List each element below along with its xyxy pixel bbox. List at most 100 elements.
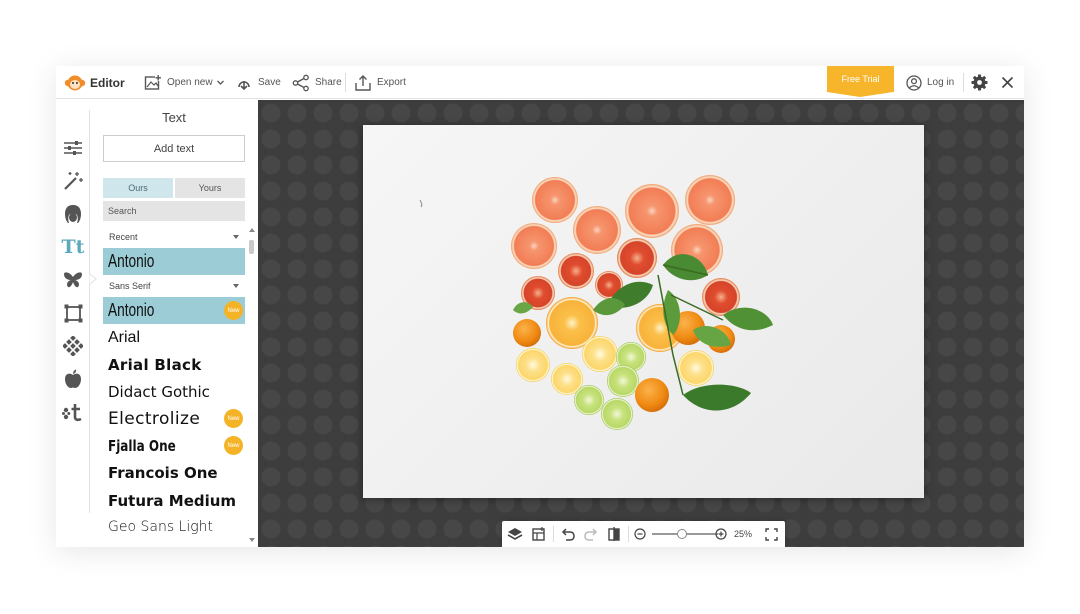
themes-tool[interactable] bbox=[62, 401, 84, 423]
monkey-logo-icon bbox=[64, 75, 86, 90]
chevron-down-icon bbox=[233, 284, 239, 288]
recent-font-item[interactable]: Antonio bbox=[103, 248, 245, 275]
sparkle-t-icon bbox=[62, 404, 82, 422]
font-category-select[interactable]: Sans Serif bbox=[103, 277, 245, 295]
editor-window: Editor Open new Save Share Export Free T… bbox=[56, 66, 1024, 547]
adjust-tool[interactable] bbox=[62, 137, 84, 159]
compare-icon bbox=[608, 527, 620, 541]
login-button[interactable]: Log in bbox=[906, 66, 954, 99]
tab-ours-label: Ours bbox=[128, 183, 148, 193]
recent-select-value: Recent bbox=[109, 232, 138, 242]
share-button[interactable]: Share bbox=[292, 66, 342, 99]
save-label: Save bbox=[258, 77, 281, 88]
login-label: Log in bbox=[927, 77, 955, 88]
settings-button[interactable] bbox=[971, 66, 988, 99]
font-list-item[interactable]: Fjalla One New bbox=[103, 432, 245, 459]
text-panel: Text Add text Ours Yours Recent Antonio … bbox=[90, 100, 258, 547]
font-list-item[interactable]: Antonio New bbox=[103, 297, 245, 324]
textures-tool[interactable] bbox=[62, 335, 84, 357]
font-name: Francois One bbox=[108, 463, 218, 482]
app-logo[interactable]: Editor bbox=[64, 66, 125, 99]
undo-button[interactable] bbox=[559, 526, 575, 542]
crop-canvas-button[interactable] bbox=[531, 526, 547, 542]
close-button[interactable] bbox=[1001, 66, 1014, 99]
scroll-up-arrow-icon[interactable] bbox=[249, 228, 255, 232]
frame-icon bbox=[64, 304, 82, 322]
new-badge: New bbox=[224, 301, 243, 320]
canvas-workspace[interactable]: 25% bbox=[258, 100, 1024, 547]
app-name: Editor bbox=[90, 75, 125, 90]
text-tool[interactable]: Tt bbox=[61, 235, 85, 258]
gear-icon bbox=[971, 74, 988, 91]
font-name: Fjalla One bbox=[108, 436, 176, 455]
font-list-item[interactable]: Francois One bbox=[103, 459, 245, 486]
fullscreen-icon bbox=[764, 527, 778, 541]
zoom-out-icon bbox=[634, 528, 646, 540]
open-new-label: Open new bbox=[167, 77, 213, 88]
top-toolbar: Editor Open new Save Share Export Free T… bbox=[56, 66, 1024, 99]
undo-icon bbox=[561, 528, 575, 541]
magic-wand-icon bbox=[64, 172, 83, 190]
overlays-tool[interactable] bbox=[62, 269, 84, 291]
close-icon bbox=[1001, 76, 1014, 89]
font-list-item[interactable]: Arial Black bbox=[103, 351, 245, 378]
graphics-tool[interactable] bbox=[62, 368, 84, 390]
texture-icon bbox=[63, 336, 83, 356]
free-trial-label: Free Trial bbox=[841, 74, 880, 84]
font-name: Antonio bbox=[108, 251, 155, 271]
zoom-slider[interactable] bbox=[652, 529, 718, 539]
photo-canvas[interactable] bbox=[363, 125, 924, 498]
canvas-size-icon bbox=[532, 527, 545, 541]
font-list-item[interactable]: Electrolize New bbox=[103, 405, 245, 432]
scroll-thumb[interactable] bbox=[249, 240, 254, 254]
font-list-scrollbar[interactable] bbox=[248, 228, 256, 547]
share-label: Share bbox=[315, 77, 342, 88]
font-list-item[interactable]: Didact Gothic bbox=[103, 378, 245, 405]
add-text-button[interactable]: Add text bbox=[103, 135, 245, 162]
font-list-item[interactable]: Geo Sans Light bbox=[103, 513, 245, 540]
recent-fonts-select[interactable]: Recent bbox=[103, 228, 245, 246]
free-trial-button[interactable]: Free Trial bbox=[827, 66, 894, 97]
apple-icon bbox=[65, 369, 81, 388]
font-name: Geo Sans Light bbox=[108, 518, 214, 535]
export-button[interactable]: Export bbox=[354, 66, 406, 99]
zoom-slider-handle[interactable] bbox=[677, 529, 687, 539]
frames-tool[interactable] bbox=[62, 302, 84, 324]
tab-yours[interactable]: Yours bbox=[175, 178, 245, 198]
font-name: Electrolize bbox=[108, 408, 201, 429]
new-badge: New bbox=[224, 409, 243, 428]
image-add-icon bbox=[144, 74, 162, 90]
compare-button[interactable] bbox=[606, 526, 622, 542]
layers-button[interactable] bbox=[507, 526, 523, 542]
touch-up-tool[interactable] bbox=[62, 203, 84, 225]
text-icon: Tt bbox=[61, 235, 85, 258]
scroll-down-arrow-icon[interactable] bbox=[249, 538, 255, 542]
face-icon bbox=[65, 205, 81, 223]
effects-tool[interactable] bbox=[62, 170, 84, 192]
user-icon bbox=[906, 74, 922, 91]
font-list-item[interactable]: Arial bbox=[103, 324, 245, 351]
toolbar-divider bbox=[345, 73, 346, 92]
chevron-down-icon bbox=[233, 235, 239, 239]
save-button[interactable]: Save bbox=[235, 66, 281, 99]
font-name: Antonio bbox=[108, 300, 155, 320]
toolbar-divider bbox=[628, 526, 629, 542]
zoom-in-button[interactable] bbox=[713, 526, 729, 542]
zoom-in-icon bbox=[715, 528, 727, 540]
tab-yours-label: Yours bbox=[198, 183, 222, 193]
font-name: Futura Medium bbox=[108, 491, 237, 510]
active-tool-pointer-icon bbox=[89, 273, 97, 285]
redo-button[interactable] bbox=[583, 526, 599, 542]
font-list-item[interactable]: Futura Medium bbox=[103, 487, 245, 514]
zoom-out-button[interactable] bbox=[632, 526, 648, 542]
sliders-icon bbox=[64, 141, 82, 155]
font-search-input[interactable] bbox=[103, 201, 245, 221]
citrus-photo bbox=[419, 175, 773, 430]
tab-ours[interactable]: Ours bbox=[103, 178, 173, 198]
open-new-button[interactable]: Open new bbox=[144, 66, 225, 99]
zoom-level: 25% bbox=[734, 529, 753, 539]
redo-icon bbox=[583, 528, 597, 541]
fullscreen-button[interactable] bbox=[763, 526, 779, 542]
toolbar-divider bbox=[963, 73, 964, 92]
panel-title: Text bbox=[162, 110, 186, 125]
